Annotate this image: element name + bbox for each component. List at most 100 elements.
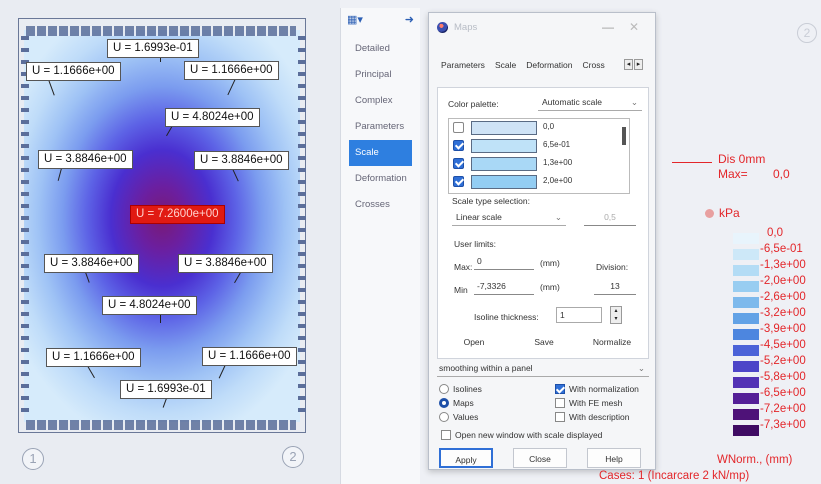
legend-swatch: [733, 393, 759, 404]
color-row[interactable]: 0,0: [449, 119, 629, 137]
smoothing-value: smoothing within a panel: [439, 363, 533, 373]
tab-parameters[interactable]: Parameters: [439, 57, 487, 73]
legend-value: -2,6e+00: [760, 291, 806, 303]
list-scrollbar[interactable]: [622, 127, 626, 145]
legend-swatch: [733, 281, 759, 292]
side-item-principal[interactable]: Principal: [341, 62, 420, 88]
cases-label: Cases: 1 (Incarcare 2 kN/mp): [599, 470, 750, 482]
color-checkbox[interactable]: [453, 176, 464, 187]
node-marker[interactable]: 2: [797, 23, 817, 43]
legend-swatch: [733, 345, 759, 356]
displacement-label: U = 3.8846e+00: [178, 254, 273, 273]
side-item-detailed[interactable]: Detailed: [341, 36, 420, 62]
tab-scroll-left-icon[interactable]: ◂: [624, 59, 633, 70]
dialog-title: Maps: [454, 21, 478, 33]
with-description-checkbox[interactable]: [555, 412, 565, 422]
with-fe-mesh-label[interactable]: With FE mesh: [569, 398, 622, 408]
isolines-label[interactable]: Isolines: [453, 384, 482, 394]
side-item-scale[interactable]: Scale: [349, 140, 412, 166]
maps-label[interactable]: Maps: [453, 398, 474, 408]
values-radio[interactable]: [439, 412, 449, 422]
color-swatch[interactable]: [471, 121, 537, 135]
displacement-label: U = 4.8024e+00: [102, 296, 197, 315]
scale-type-select[interactable]: Linear scale ⌄: [452, 210, 566, 226]
max-label: Max=: [718, 167, 748, 181]
smoothing-select[interactable]: smoothing within a panel ⌄: [437, 361, 649, 377]
tab-deformation[interactable]: Deformation: [524, 57, 574, 73]
color-value: 1,3e+00: [543, 158, 573, 167]
tab-scroll-right-icon[interactable]: ▸: [634, 59, 643, 70]
min-unit: (mm): [540, 282, 560, 292]
minimize-button[interactable]: —: [595, 20, 621, 34]
unit-label: kPa: [719, 206, 740, 220]
chevron-down-icon: ⌄: [637, 363, 645, 373]
legend-swatch: [733, 233, 759, 244]
save-button[interactable]: Save: [522, 333, 566, 351]
min-input[interactable]: -7,3326: [474, 279, 534, 295]
scale-type-value: Linear scale: [456, 212, 502, 222]
legend-value: -6,5e-01: [760, 243, 803, 255]
open-new-window-checkbox[interactable]: [441, 430, 451, 440]
tab-cross[interactable]: Cross: [581, 57, 607, 73]
displacement-label: U = 3.8846e+00: [194, 151, 289, 170]
tab-scale[interactable]: Scale: [493, 57, 518, 73]
color-palette-select[interactable]: Automatic scale ⌄: [538, 95, 642, 111]
legend-footer: WNorm., (mm): [717, 454, 793, 466]
side-item-crosses[interactable]: Crosses: [341, 192, 420, 218]
displacement-label: U = 1.1666e+00: [202, 347, 297, 366]
help-button[interactable]: Help: [587, 448, 641, 468]
maps-radio[interactable]: [439, 398, 449, 408]
plate-viewport[interactable]: U = 1.6993e-01 U = 1.1666e+00 U = 1.1666…: [0, 0, 340, 484]
with-fe-mesh-checkbox[interactable]: [555, 398, 565, 408]
user-limits-label: User limits:: [454, 239, 497, 249]
with-normalization-checkbox[interactable]: [555, 384, 565, 394]
scale-type-label: Scale type selection:: [452, 196, 530, 206]
side-item-complex[interactable]: Complex: [341, 88, 420, 114]
color-swatch[interactable]: [471, 157, 537, 171]
normalize-button[interactable]: Normalize: [582, 333, 642, 351]
with-description-label[interactable]: With description: [569, 412, 629, 422]
color-value: 0,0: [543, 122, 555, 131]
close-button[interactable]: Close: [513, 448, 567, 468]
color-row[interactable]: 1,3e+00: [449, 155, 629, 173]
max-displacement-label: U = 7.2600e+00: [130, 205, 225, 224]
open-new-window-label[interactable]: Open new window with scale displayed: [455, 430, 602, 440]
legend-value: -4,5e+00: [760, 339, 806, 351]
isoline-thickness-input[interactable]: 1: [556, 307, 602, 323]
legend-value: -7,2e+00: [760, 403, 806, 415]
color-row[interactable]: 2,0e+00: [449, 173, 629, 191]
side-item-parameters[interactable]: Parameters: [341, 114, 420, 140]
isolines-radio[interactable]: [439, 384, 449, 394]
with-normalization-label[interactable]: With normalization: [569, 384, 639, 394]
displacement-label: U = 1.6993e-01: [107, 39, 199, 58]
grid-menu-icon[interactable]: ▦▾: [347, 13, 363, 26]
color-swatch[interactable]: [471, 175, 537, 189]
values-label[interactable]: Values: [453, 412, 478, 422]
legend-value: -6,5e+00: [760, 387, 806, 399]
dialog-title-bar[interactable]: Maps — ✕: [429, 13, 655, 41]
side-item-deformation[interactable]: Deformation: [341, 166, 420, 192]
color-row[interactable]: 6,5e-01: [449, 137, 629, 155]
unit-dot-icon: [705, 209, 714, 218]
apply-button[interactable]: Apply: [439, 448, 493, 468]
max-input[interactable]: 0: [474, 254, 534, 270]
division-input[interactable]: 13: [594, 279, 636, 295]
color-checkbox[interactable]: [453, 158, 464, 169]
arrow-right-icon[interactable]: ➜: [405, 13, 414, 26]
legend-swatch: [733, 265, 759, 276]
scale-factor-input[interactable]: 0,5: [584, 210, 636, 226]
close-x-button[interactable]: ✕: [621, 20, 647, 34]
node-marker[interactable]: 2: [282, 446, 304, 468]
color-swatch[interactable]: [471, 139, 537, 153]
legend-swatch: [733, 297, 759, 308]
color-value: 6,5e-01: [543, 140, 571, 149]
color-checkbox[interactable]: [453, 140, 464, 151]
isoline-stepper[interactable]: ▴ ▾: [610, 306, 622, 324]
open-button[interactable]: Open: [452, 333, 496, 351]
max-label: Max:: [454, 262, 473, 272]
color-checkbox[interactable]: [453, 122, 464, 133]
color-list[interactable]: 0,0 6,5e-01 1,3e+00 2,0e+00: [448, 118, 630, 194]
support-hatch-top: [26, 26, 296, 36]
legend-value: -1,3e+00: [760, 259, 806, 271]
node-marker[interactable]: 1: [22, 448, 44, 470]
